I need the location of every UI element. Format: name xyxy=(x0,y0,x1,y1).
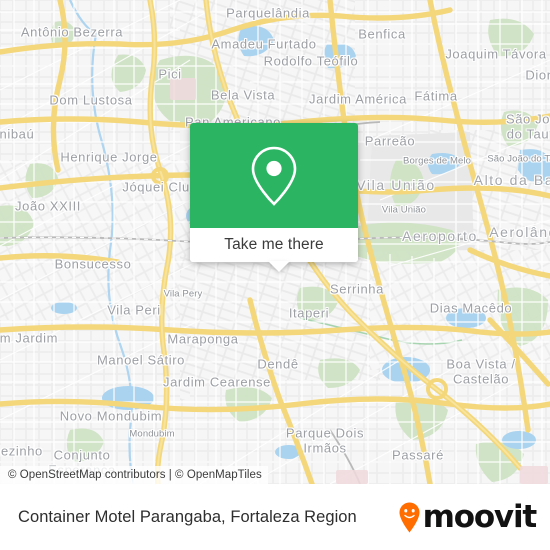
map-attribution[interactable]: © OpenStreetMap contributors | © OpenMap… xyxy=(0,466,268,484)
popup-action-bar[interactable]: Take me there xyxy=(190,228,358,262)
moovit-wordmark: moovit xyxy=(422,498,538,535)
place-title: Container Motel Parangaba, Fortaleza Reg… xyxy=(18,507,357,526)
map-viewport[interactable]: Antônio Bezerra Parquelândia Amadeu Furtad… xyxy=(0,0,550,484)
take-me-there-button[interactable]: Take me there xyxy=(224,236,324,254)
popup-pointer-tail xyxy=(268,261,290,272)
moovit-logo[interactable]: moovit xyxy=(399,498,538,535)
footer-bar: Container Motel Parangaba, Fortaleza Reg… xyxy=(0,484,550,550)
map-pin-icon xyxy=(251,146,297,206)
destination-popup-card[interactable]: Take me there xyxy=(190,123,358,272)
popup-header xyxy=(190,123,358,228)
moovit-smiley-pin-icon xyxy=(399,502,420,532)
moovit-map-screenshot: Antônio Bezerra Parquelândia Amadeu Furtad… xyxy=(0,0,550,550)
